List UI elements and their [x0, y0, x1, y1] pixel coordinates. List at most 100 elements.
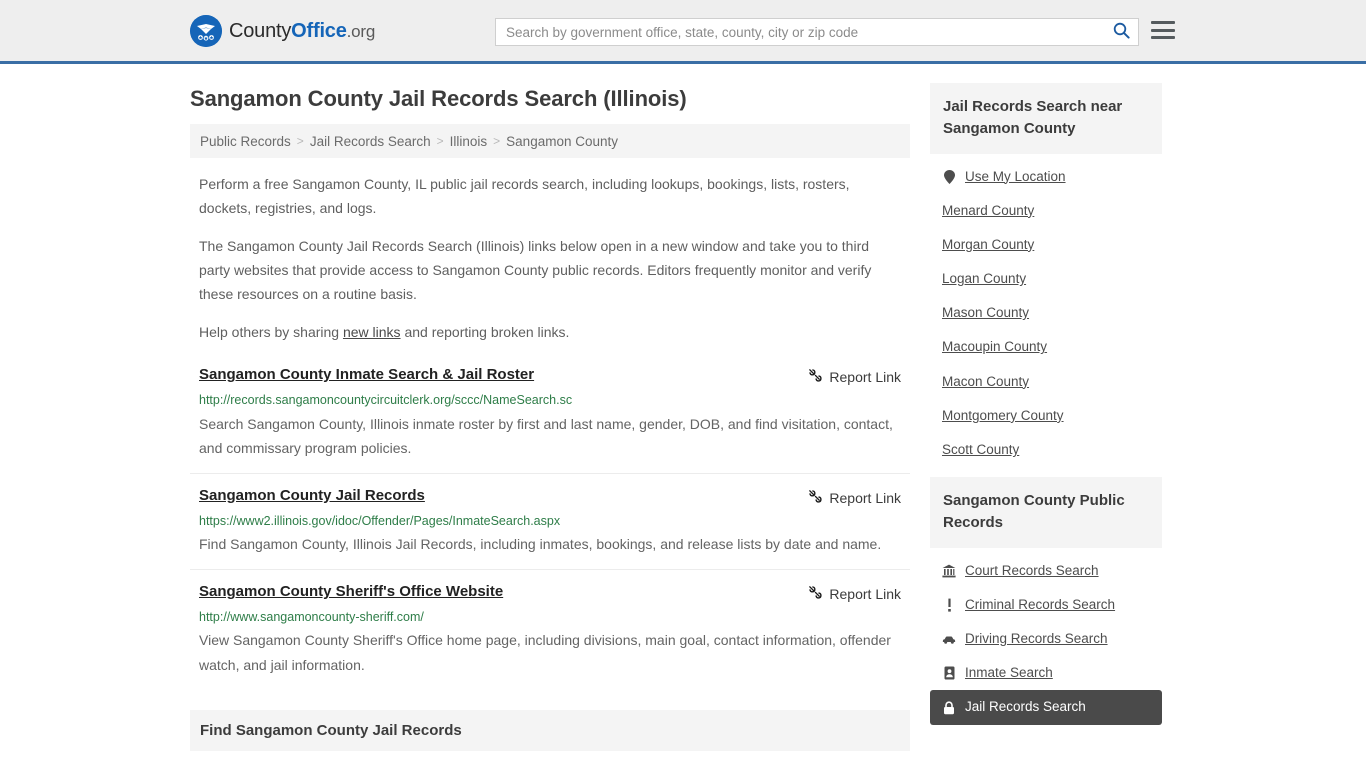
sidebar-item-label: Use My Location: [965, 168, 1066, 184]
sidebar-card-public-records: Sangamon County Public Records Court Rec…: [930, 477, 1162, 725]
sidebar: Jail Records Search near Sangamon County…: [930, 64, 1162, 768]
sidebar-item-label: Logan County: [942, 271, 1027, 287]
result-title-link[interactable]: Sangamon County Jail Records: [199, 487, 425, 506]
report-link-button[interactable]: Report Link: [807, 367, 901, 387]
intro-text: Perform a free Sangamon County, IL publi…: [190, 172, 910, 344]
sidebar-card-nearby: Jail Records Search near Sangamon County…: [930, 83, 1162, 467]
breadcrumb-separator-icon: >: [493, 134, 501, 148]
report-link-button[interactable]: Report Link: [807, 584, 901, 604]
find-records-paragraph: Sangamon County Jail Records are documen…: [190, 765, 910, 768]
result-title-link[interactable]: Sangamon County Inmate Search & Jail Ros…: [199, 366, 534, 385]
result-url[interactable]: http://www.sangamoncounty-sheriff.com/: [199, 609, 901, 625]
page-title: Sangamon County Jail Records Search (Ill…: [190, 86, 687, 111]
map-pin-icon: [942, 169, 956, 184]
hamburger-bar: [1151, 28, 1175, 32]
list-item: Scott County: [930, 433, 1162, 467]
sidebar-item-label: Court Records Search: [965, 562, 1099, 578]
sidebar-item-jail-records-search[interactable]: Jail Records Search: [930, 690, 1162, 725]
courthouse-icon: [942, 563, 956, 578]
site-header: CountyOffice.org: [0, 0, 1366, 64]
site-logo[interactable]: CountyOffice.org: [190, 11, 375, 51]
sidebar-item-label: Scott County: [942, 442, 1020, 457]
hamburger-menu-icon[interactable]: [1151, 19, 1175, 41]
sidebar-item-label: Jail Records Search: [965, 699, 1086, 715]
intro-paragraph-3: Help others by sharing new links and rep…: [190, 320, 910, 344]
result-item: Sangamon County Sheriff's Office Website…: [190, 583, 910, 689]
sidebar-item-montgomery-county[interactable]: Montgomery County: [930, 399, 1162, 433]
new-links-link[interactable]: new links: [343, 324, 401, 340]
list-item: Morgan County: [930, 228, 1162, 262]
hamburger-bar: [1151, 36, 1175, 39]
search-bar: [495, 18, 1139, 46]
list-item: Mason County: [930, 296, 1162, 330]
search-button[interactable]: [1104, 19, 1138, 45]
sidebar-nearby-list: Use My Location Menard County Morgan Cou…: [930, 154, 1162, 468]
list-item: Jail Records Search: [930, 690, 1162, 725]
intro-paragraph-1: Perform a free Sangamon County, IL publi…: [199, 176, 850, 217]
sidebar-item-menard-county[interactable]: Menard County: [930, 194, 1162, 228]
car-icon: [942, 632, 956, 647]
breadcrumb-item-public-records[interactable]: Public Records: [200, 134, 291, 149]
sidebar-heading-public-records: Sangamon County Public Records: [930, 477, 1162, 548]
breadcrumb-separator-icon: >: [436, 134, 444, 148]
breadcrumb: Public Records > Jail Records Search > I…: [190, 124, 910, 158]
exclamation-icon: [942, 597, 956, 612]
result-item: Sangamon County Jail Records Report Link…: [190, 487, 910, 571]
sidebar-item-label: Macoupin County: [942, 339, 1048, 355]
sidebar-item-scott-county[interactable]: Scott County: [930, 433, 1162, 467]
lock-icon: [942, 700, 956, 715]
sidebar-item-morgan-county[interactable]: Morgan County: [930, 228, 1162, 262]
breadcrumb-item-jail-records-search[interactable]: Jail Records Search: [310, 134, 431, 149]
list-item: Logan County: [930, 262, 1162, 296]
result-description: View Sangamon County Sheriff's Office ho…: [199, 632, 891, 673]
list-item: Court Records Search: [930, 554, 1162, 588]
intro-paragraph-2: The Sangamon County Jail Records Search …: [199, 238, 872, 303]
list-item: Criminal Records Search: [930, 588, 1162, 622]
report-link-label: Report Link: [829, 586, 901, 603]
brand-part-county: County: [229, 19, 292, 42]
brand-part-org: .org: [346, 21, 376, 41]
sidebar-item-macoupin-county[interactable]: Macoupin County: [930, 330, 1162, 364]
sidebar-item-mason-county[interactable]: Mason County: [930, 296, 1162, 330]
sidebar-item-label: Driving Records Search: [965, 631, 1108, 647]
result-item: Sangamon County Inmate Search & Jail Ros…: [190, 366, 910, 474]
sidebar-item-use-my-location[interactable]: Use My Location: [930, 160, 1162, 194]
broken-link-icon: [807, 584, 823, 604]
eagle-stars-emblem-icon: [190, 14, 222, 47]
list-item: Menard County: [930, 194, 1162, 228]
report-link-button[interactable]: Report Link: [807, 488, 901, 508]
breadcrumb-item-illinois[interactable]: Illinois: [450, 134, 488, 149]
breadcrumb-separator-icon: >: [296, 134, 304, 148]
list-item: Macoupin County: [930, 330, 1162, 364]
sidebar-item-label: Mason County: [942, 305, 1030, 321]
result-title-link[interactable]: Sangamon County Sheriff's Office Website: [199, 583, 503, 602]
sidebar-item-driving-records-search[interactable]: Driving Records Search: [930, 622, 1162, 656]
find-records-section-heading: Find Sangamon County Jail Records: [190, 709, 910, 751]
id-badge-icon: [942, 666, 956, 681]
sidebar-item-inmate-search[interactable]: Inmate Search: [930, 656, 1162, 690]
result-url[interactable]: https://www2.illinois.gov/idoc/Offender/…: [199, 513, 901, 529]
list-item: Driving Records Search: [930, 622, 1162, 656]
sidebar-public-records-list: Court Records Search Criminal Records Se…: [930, 548, 1162, 725]
result-description: Search Sangamon County, Illinois inmate …: [199, 415, 893, 456]
breadcrumb-item-current: Sangamon County: [506, 133, 618, 149]
sidebar-item-macon-county[interactable]: Macon County: [930, 365, 1162, 399]
sidebar-item-court-records-search[interactable]: Court Records Search: [930, 554, 1162, 588]
hamburger-bar: [1151, 21, 1175, 24]
list-item: Use My Location: [930, 160, 1162, 194]
sidebar-item-label: Macon County: [942, 373, 1030, 389]
brand-wordmark: CountyOffice.org: [229, 21, 375, 41]
intro-p3-before: Help others by sharing: [199, 324, 343, 341]
broken-link-icon: [807, 488, 823, 508]
sidebar-item-logan-county[interactable]: Logan County: [930, 262, 1162, 296]
search-input[interactable]: [496, 19, 1104, 45]
find-records-section-body: Sangamon County Jail Records are documen…: [190, 765, 910, 768]
report-link-label: Report Link: [829, 489, 901, 506]
sidebar-item-criminal-records-search[interactable]: Criminal Records Search: [930, 588, 1162, 622]
sidebar-item-label: Menard County: [942, 202, 1035, 218]
sidebar-item-label: Montgomery County: [942, 407, 1064, 423]
sidebar-item-label: Morgan County: [942, 236, 1035, 252]
result-url[interactable]: http://records.sangamoncountycircuitcler…: [199, 392, 901, 408]
list-item: Macon County: [930, 365, 1162, 399]
list-item: Montgomery County: [930, 399, 1162, 433]
